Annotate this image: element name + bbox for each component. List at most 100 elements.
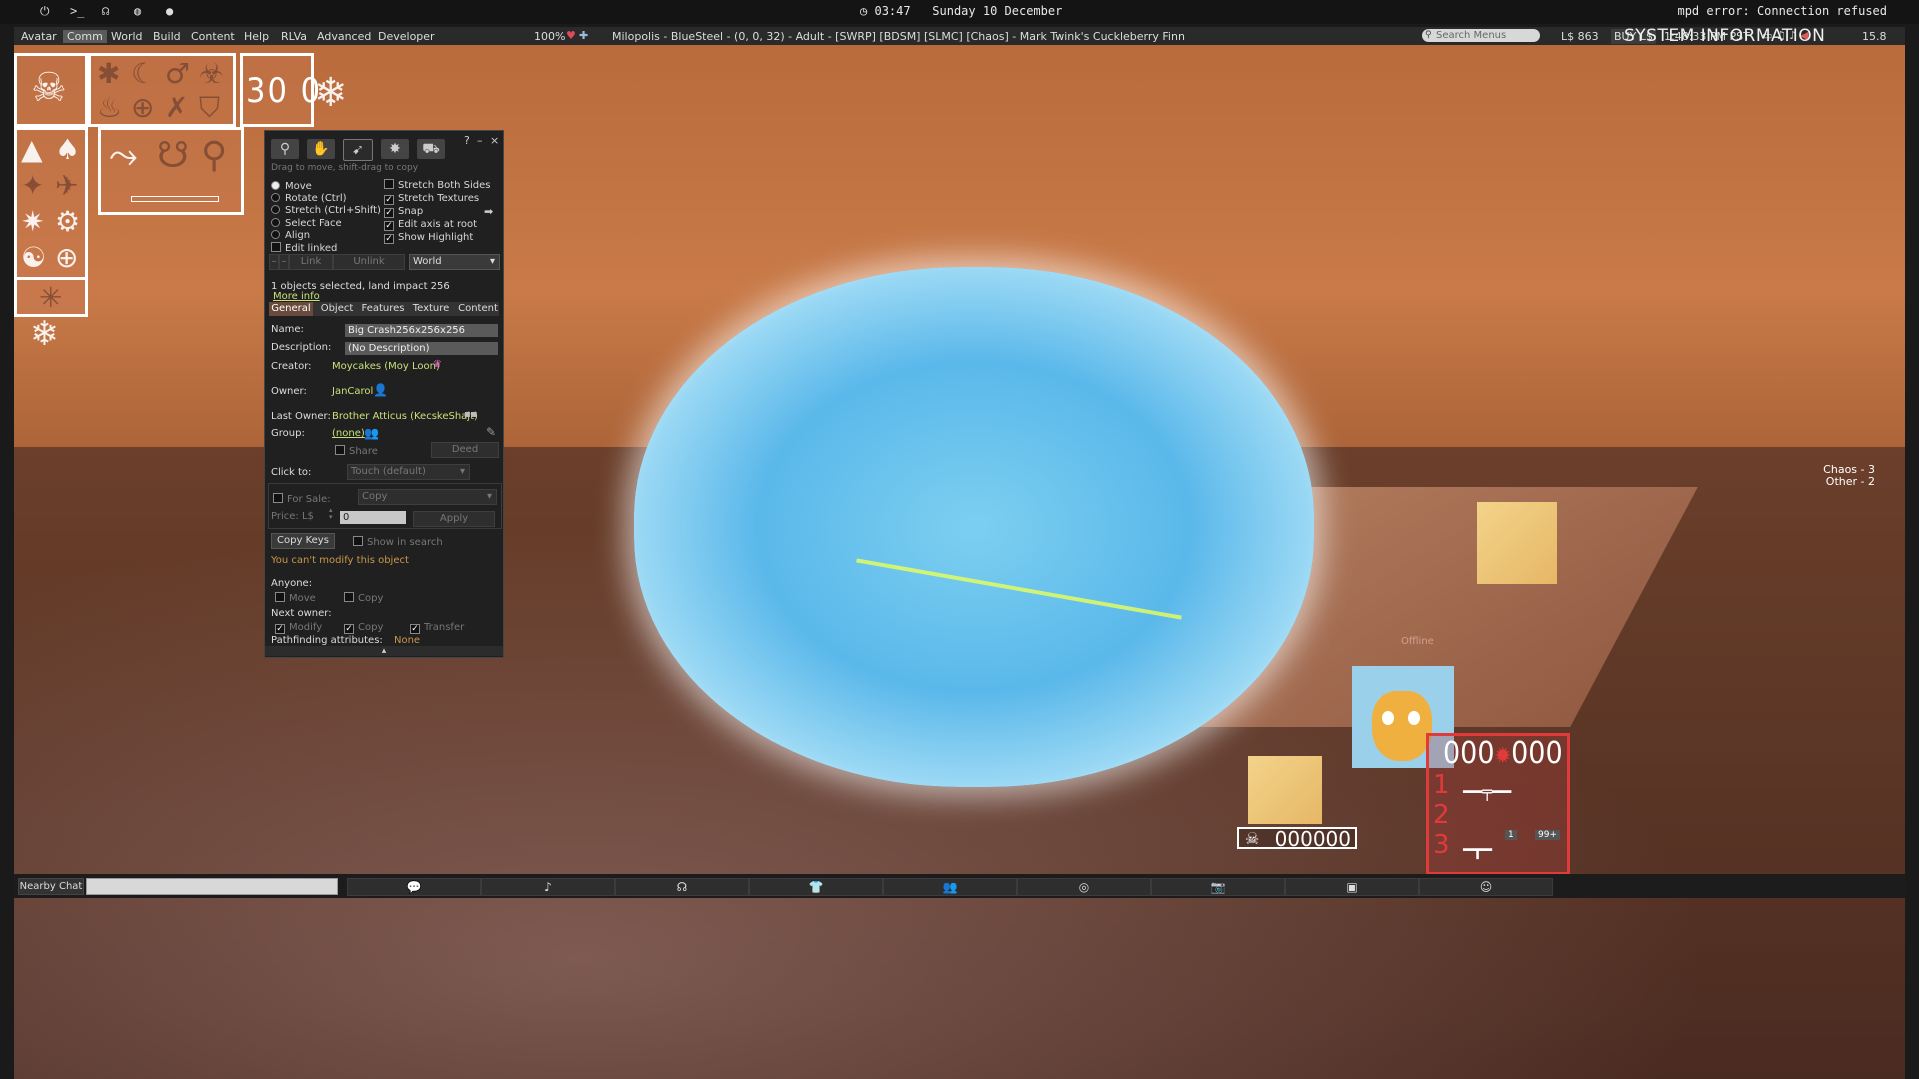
sale-type-dropdown[interactable]: Copy ▾ [358, 489, 497, 505]
name-field[interactable]: Big Crash256x256x256 [345, 324, 498, 337]
mode-move[interactable]: Move [271, 181, 312, 192]
show-highlight-checkbox[interactable]: ✓ Show Highlight [384, 232, 473, 244]
deed-button[interactable]: Deed [431, 442, 499, 458]
last-owner-profile-icon[interactable]: ▪▪ [464, 409, 478, 420]
gear-icon[interactable]: ⚙ [55, 208, 80, 236]
tool-icon-3[interactable]: ✦ [21, 172, 44, 200]
owner-profile-icon[interactable]: 👤 [373, 383, 388, 397]
tab-content[interactable]: Content [457, 302, 499, 316]
next-link-button[interactable]: – [279, 254, 289, 270]
shirt-icon[interactable]: 👕 [749, 878, 883, 896]
camera-icon[interactable]: 📷 [1151, 878, 1285, 896]
terminal-icon[interactable]: >_ [70, 4, 84, 18]
target-icon[interactable]: ⊕ [55, 244, 78, 272]
mode-select-face[interactable]: Select Face [271, 218, 342, 229]
mode-align[interactable]: Align [271, 230, 310, 241]
next-modify-checkbox[interactable]: ✓ Modify [275, 622, 322, 634]
yin-yang-icon[interactable]: ☯ [21, 244, 46, 272]
gamepad-icon[interactable]: ◍ [134, 4, 141, 18]
show-in-search-checkbox[interactable]: Show in search [353, 536, 443, 548]
ability-icon-3[interactable]: ♂ [165, 60, 190, 88]
close-button[interactable]: × [490, 134, 499, 147]
tab-object[interactable]: Object [317, 302, 357, 316]
radar-icon[interactable]: ◎ [1017, 878, 1151, 896]
creator-link[interactable]: Moycakes (Moy Loon) [332, 361, 440, 372]
tool-icon-4[interactable]: ✈ [55, 172, 78, 200]
focus-tool-button[interactable]: ⚲ [271, 139, 299, 159]
ability-icon-7[interactable]: ✗ [165, 94, 188, 122]
land-tool-button[interactable]: ⛟ [417, 139, 445, 159]
pose-crouch-icon[interactable]: ☋ [157, 138, 189, 174]
description-field[interactable]: (No Description) [345, 342, 498, 355]
terrain-icon[interactable]: ▲ [21, 136, 43, 164]
menu-help[interactable]: Help [244, 30, 269, 43]
microphone-icon[interactable]: ♪ [481, 878, 615, 896]
link-button[interactable]: Link [289, 254, 333, 270]
price-spinner-icon[interactable]: ▴ ▾ [329, 507, 333, 521]
stretch-both-sides-checkbox[interactable]: Stretch Both Sides [384, 179, 491, 191]
edit-axis-root-checkbox[interactable]: ✓ Edit axis at root [384, 219, 477, 231]
ruler-mode-dropdown[interactable]: World ▾ [409, 254, 500, 270]
edit-linked-checkbox[interactable]: Edit linked [271, 242, 337, 254]
selected-object[interactable] [634, 267, 1314, 787]
help-button[interactable]: ? [464, 134, 470, 147]
balance[interactable]: L$ 863 [1561, 30, 1599, 43]
group-people-icon[interactable]: 👥 [364, 426, 379, 440]
more-info-link[interactable]: More info [273, 291, 320, 302]
last-owner-link[interactable]: Brother Atticus (KecskeShajt) [332, 411, 478, 422]
for-sale-checkbox[interactable]: For Sale: [273, 493, 331, 505]
menu-world[interactable]: World [111, 30, 143, 43]
create-tool-button[interactable]: ✸ [381, 139, 409, 159]
set-group-icon[interactable]: ✎ [486, 425, 496, 439]
owner-link[interactable]: JanCarol [332, 386, 373, 397]
hud-chaos-emblem[interactable]: ☠ [14, 53, 88, 127]
ability-icon-5[interactable]: ♨ [97, 94, 122, 122]
tab-features[interactable]: Features [361, 302, 405, 316]
hud-extra[interactable]: ✳ [14, 277, 88, 317]
pose-run-icon[interactable]: ⚲ [201, 138, 227, 174]
power-icon[interactable]: ⏻ [40, 4, 50, 19]
pose-slide-icon[interactable]: ⤳ [109, 138, 138, 174]
click-to-dropdown[interactable]: Touch (default) ▾ [347, 464, 470, 480]
weapon-slot-3[interactable]: 3 [1433, 830, 1450, 860]
price-field[interactable]: 0 [340, 511, 406, 524]
people-icon[interactable]: 👥 [883, 878, 1017, 896]
stretch-textures-checkbox[interactable]: ✓ Stretch Textures [384, 193, 479, 205]
collapse-panel-button[interactable]: ▴ [265, 646, 503, 656]
shield-icon[interactable]: ⛉ [199, 94, 220, 122]
inventory-icon[interactable]: ▣ [1285, 878, 1419, 896]
share-checkbox[interactable]: Share [335, 445, 378, 457]
copy-keys-button[interactable]: Copy Keys [271, 533, 335, 549]
menu-advanced[interactable]: Advanced [317, 30, 371, 43]
cowboy-hat-icon[interactable]: ♠ [55, 136, 80, 164]
mode-rotate[interactable]: Rotate (Ctrl) [271, 193, 347, 204]
ability-icon-2[interactable]: ☾ [131, 60, 156, 88]
chat-input[interactable] [86, 878, 338, 895]
weapon-slot-2[interactable]: 2 [1433, 800, 1450, 830]
biohazard-icon[interactable]: ☣ [199, 60, 224, 88]
menu-avatar[interactable]: Avatar [21, 30, 57, 43]
apply-button[interactable]: Apply [413, 511, 495, 527]
menu-rlva[interactable]: RLVa [281, 30, 307, 43]
menu-content[interactable]: Content [191, 30, 235, 43]
anyone-move-checkbox[interactable]: Move [275, 592, 316, 604]
tab-general[interactable]: General [269, 302, 313, 316]
chat-icon[interactable]: 💬 [347, 878, 481, 896]
chat-bubble-icon[interactable]: ● [166, 4, 173, 18]
creator-profile-icon[interactable]: ♛ [433, 359, 442, 370]
group-link[interactable]: (none) [332, 428, 365, 439]
next-copy-checkbox[interactable]: ✓ Copy [344, 622, 383, 634]
snap-checkbox[interactable]: ✓ Snap [384, 206, 423, 218]
headset-icon[interactable]: ☊ [102, 4, 109, 18]
unlink-button[interactable]: Unlink [333, 254, 405, 270]
menu-build[interactable]: Build [153, 30, 181, 43]
menu-developer[interactable]: Developer [378, 30, 435, 43]
headphones-icon[interactable]: ☊ [615, 878, 749, 896]
region-info[interactable]: Milopolis - BlueSteel - (0, 0, 32) - Adu… [612, 30, 1185, 43]
search-menus-input[interactable]: ⚲ Search Menus [1422, 29, 1540, 42]
minimize-button[interactable]: – [477, 134, 483, 147]
crosshair-icon[interactable]: ⊕ [131, 94, 154, 122]
prev-link-button[interactable]: – [269, 254, 279, 270]
grab-tool-button[interactable]: ✋ [307, 139, 335, 159]
avatar-icon[interactable]: ☺ [1419, 878, 1553, 896]
